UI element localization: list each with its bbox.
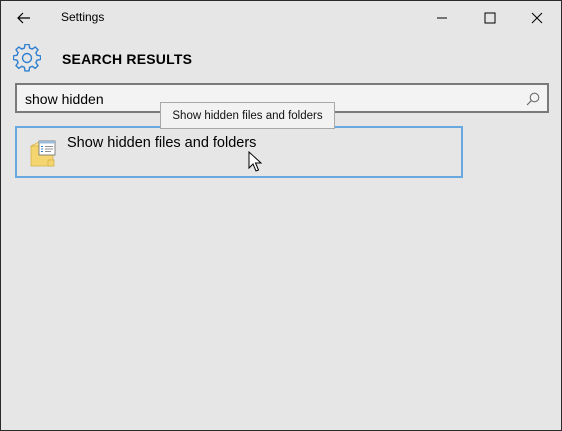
magnifier-icon [526,92,540,106]
settings-window: Settings SEARCH RESULTS show hidden Show… [0,0,562,431]
minimize-icon [437,17,447,19]
mouse-cursor-icon [248,151,262,172]
minimize-button[interactable] [419,1,465,35]
back-arrow-icon [17,12,30,24]
close-button[interactable] [514,1,560,35]
page-title: SEARCH RESULTS [62,51,193,67]
maximize-button[interactable] [467,1,513,35]
gear-icon [13,44,41,72]
close-icon [531,12,543,24]
search-result-item[interactable]: Show hidden files and folders [15,126,463,178]
maximize-icon [484,12,496,24]
folder-options-icon [30,140,56,167]
title-bar: Settings [1,1,561,35]
result-label: Show hidden files and folders [67,135,257,151]
window-title: Settings [61,10,105,24]
back-button[interactable] [9,5,39,31]
search-icon[interactable] [523,89,543,109]
tooltip: Show hidden files and folders [160,102,335,129]
